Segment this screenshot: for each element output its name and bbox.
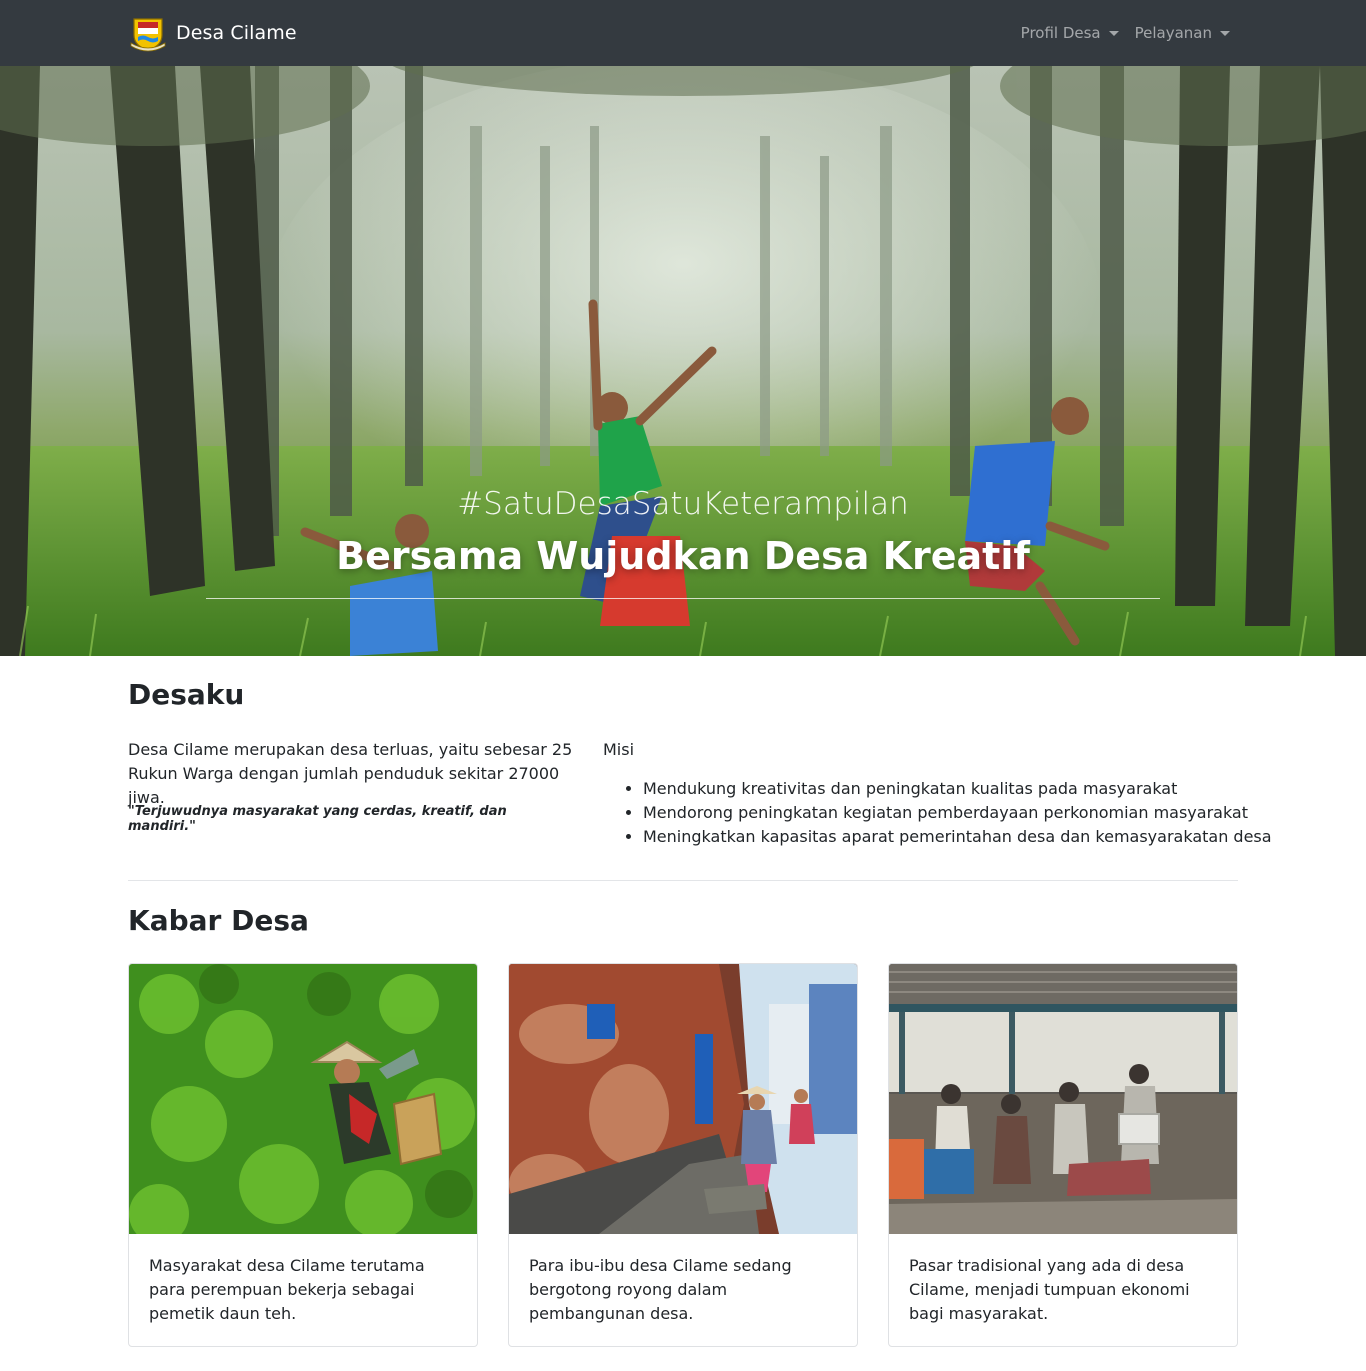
nav-profil-desa-label: Profil Desa [1020,24,1101,42]
main-nav: Profil Desa Pelayanan [1005,20,1230,46]
mission-item: Meningkatkan kapasitas aparat pemerintah… [643,825,1272,849]
traditional-market-image [889,964,1237,1234]
news-card[interactable]: Masyarakat desa Cilame terutama para per… [128,963,478,1347]
hero-title: Bersama Wujudkan Desa Kreatif [336,534,1030,578]
chevron-down-icon [1108,30,1119,36]
section-divider [128,880,1238,881]
tea-picker-image [129,964,477,1234]
news-card[interactable]: Pasar tradisional yang ada di desa Cilam… [888,963,1238,1347]
news-card[interactable]: Para ibu-ibu desa Cilame sedang bergoton… [508,963,858,1347]
nav-pelayanan-label: Pelayanan [1134,24,1212,42]
village-emblem-logo [130,18,166,52]
chevron-down-icon [1220,30,1230,36]
hero-subtitle: #SatuDesaSatuKeterampilan [457,486,909,522]
hero-banner: #SatuDesaSatuKeterampilan Bersama Wujudk… [0,66,1366,656]
mission-list: Mendukung kreativitas dan peningkatan ku… [643,777,1272,849]
mission-item: Mendukung kreativitas dan peningkatan ku… [643,777,1263,801]
nav-profil-desa-dropdown[interactable]: Profil Desa [1021,20,1119,46]
village-workers-image [509,964,857,1234]
mission-label: Misi [603,740,635,759]
village-vision-quote: "Terjuwudnya masyarakat yang cerdas, kre… [128,804,507,834]
village-description: Desa Cilame merupakan desa terluas, yait… [128,740,573,807]
news-card-text: Para ibu-ibu desa Cilame sedang bergoton… [529,1256,792,1323]
section-heading-kabar-desa: Kabar Desa [128,904,309,937]
news-card-text: Pasar tradisional yang ada di desa Cilam… [909,1256,1190,1323]
mission-item: Mendorong peningkatan kegiatan pemberday… [643,801,1263,825]
section-heading-desaku: Desaku [128,678,245,711]
nav-pelayanan-dropdown[interactable]: Pelayanan [1135,20,1230,46]
brand-link[interactable]: Desa Cilame [128,12,297,54]
news-card-text: Masyarakat desa Cilame terutama para per… [149,1256,425,1323]
brand-name: Desa Cilame [176,22,297,44]
navbar: Desa Cilame Profil Desa Pelayanan [0,0,1366,66]
hero-divider [206,598,1160,599]
